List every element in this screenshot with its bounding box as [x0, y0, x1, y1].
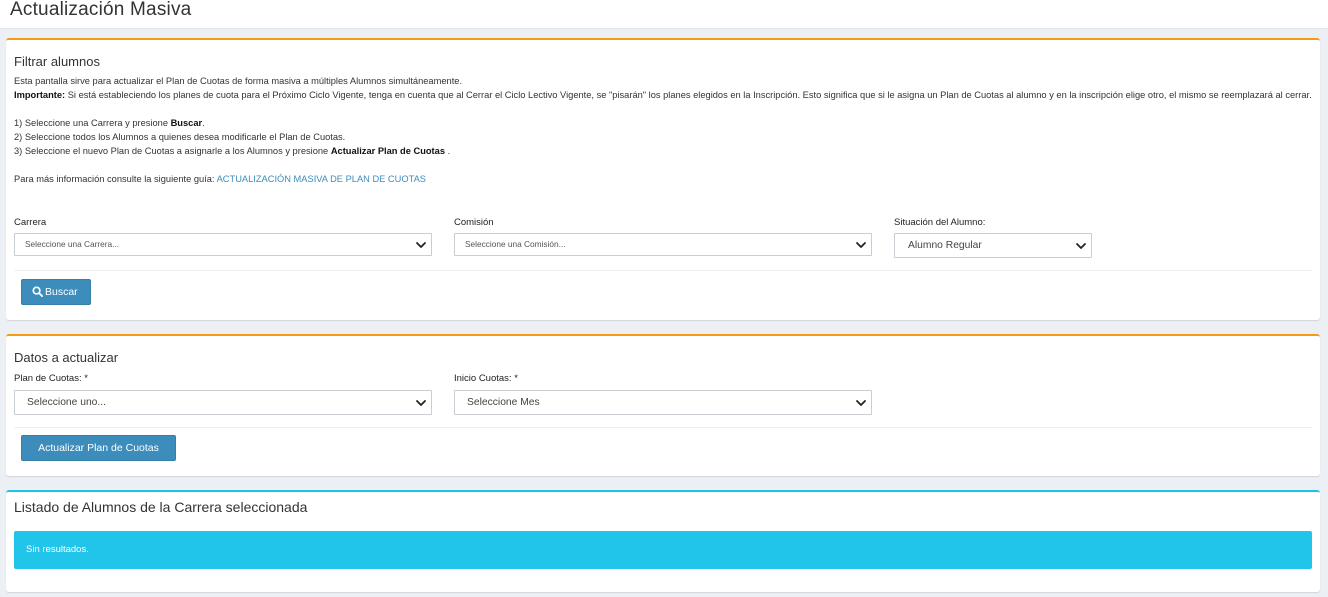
filter-box-title: Filtrar alumnos [14, 54, 100, 69]
update-plan-button-label: Actualizar Plan de Cuotas [38, 442, 159, 454]
carrera-select-value: Seleccione una Carrera... [25, 239, 120, 249]
important-label: Importante: [14, 90, 66, 100]
inicio-label: Inicio Cuotas: * [454, 373, 518, 384]
search-button-label: Buscar [45, 286, 78, 298]
update-plan-button[interactable]: Actualizar Plan de Cuotas [21, 435, 176, 461]
important-note: Importante: Si está estableciendo los pl… [14, 88, 1312, 102]
step-3-text: 3) Seleccione el nuevo Plan de Cuotas a … [14, 146, 331, 156]
chevron-down-icon [416, 242, 426, 248]
update-box: Datos a actualizar Plan de Cuotas: * Sel… [6, 334, 1320, 476]
guide-link[interactable]: ACTUALIZACIÓN MASIVA DE PLAN DE CUOTAS [217, 174, 426, 184]
filter-box: Filtrar alumnos Esta pantalla sirve para… [6, 38, 1320, 320]
update-box-title: Datos a actualizar [14, 350, 119, 365]
list-box-title: Listado de Alumnos de la Carrera selecci… [14, 499, 308, 515]
chevron-down-icon [856, 242, 866, 248]
step-1-bold: Buscar [170, 118, 203, 128]
step-3-end: . [445, 146, 451, 156]
plan-select[interactable]: Seleccione uno... [14, 390, 432, 415]
step-1-text: 1) Seleccione una Carrera y presione [14, 118, 171, 128]
plan-select-value: Seleccione uno... [27, 397, 106, 408]
chevron-down-icon [1076, 243, 1086, 249]
step-2: 2) Seleccione todos los Alumnos a quiene… [14, 132, 346, 142]
step-1-end: . [202, 118, 205, 128]
plan-label: Plan de Cuotas: * [14, 373, 88, 384]
divider [14, 270, 1312, 271]
inicio-select-value: Seleccione Mes [467, 397, 540, 408]
search-button[interactable]: Buscar [21, 279, 91, 305]
students-list-box: Listado de Alumnos de la Carrera selecci… [6, 490, 1320, 592]
comision-select-value: Seleccione una Comisión... [465, 239, 566, 249]
carrera-label: Carrera [14, 217, 47, 228]
chevron-down-icon [416, 400, 426, 406]
instructions: Esta pantalla sirve para actualizar el P… [6, 70, 1320, 186]
intro-line: Esta pantalla sirve para actualizar el P… [14, 76, 463, 86]
inicio-select[interactable]: Seleccione Mes [454, 390, 872, 415]
carrera-select[interactable]: Seleccione una Carrera... [14, 233, 432, 256]
comision-select[interactable]: Seleccione una Comisión... [454, 233, 872, 256]
situacion-select[interactable]: Alumno Regular [894, 233, 1092, 258]
page-title: Actualización Masiva [10, 0, 192, 20]
no-results-alert: Sin resultados. [14, 531, 1312, 569]
guide-text: Para más información consulte la siguien… [14, 174, 217, 184]
no-results-text: Sin resultados. [26, 544, 89, 555]
step-3: 3) Seleccione el nuevo Plan de Cuotas a … [14, 144, 1312, 158]
situacion-select-value: Alumno Regular [908, 240, 982, 251]
page-header: Actualización Masiva [0, 0, 1328, 29]
guide-line: Para más información consulte la siguien… [14, 172, 1312, 186]
situacion-label: Situación del Alumno: [894, 217, 986, 228]
step-3-bold: Actualizar Plan de Cuotas [330, 146, 445, 156]
step-1: 1) Seleccione una Carrera y presione Bus… [14, 116, 1312, 130]
search-icon [32, 286, 43, 297]
chevron-down-icon [856, 400, 866, 406]
divider [14, 427, 1312, 428]
comision-label: Comisión [454, 217, 494, 228]
important-text: Si está estableciendo los planes de cuot… [65, 90, 1312, 100]
